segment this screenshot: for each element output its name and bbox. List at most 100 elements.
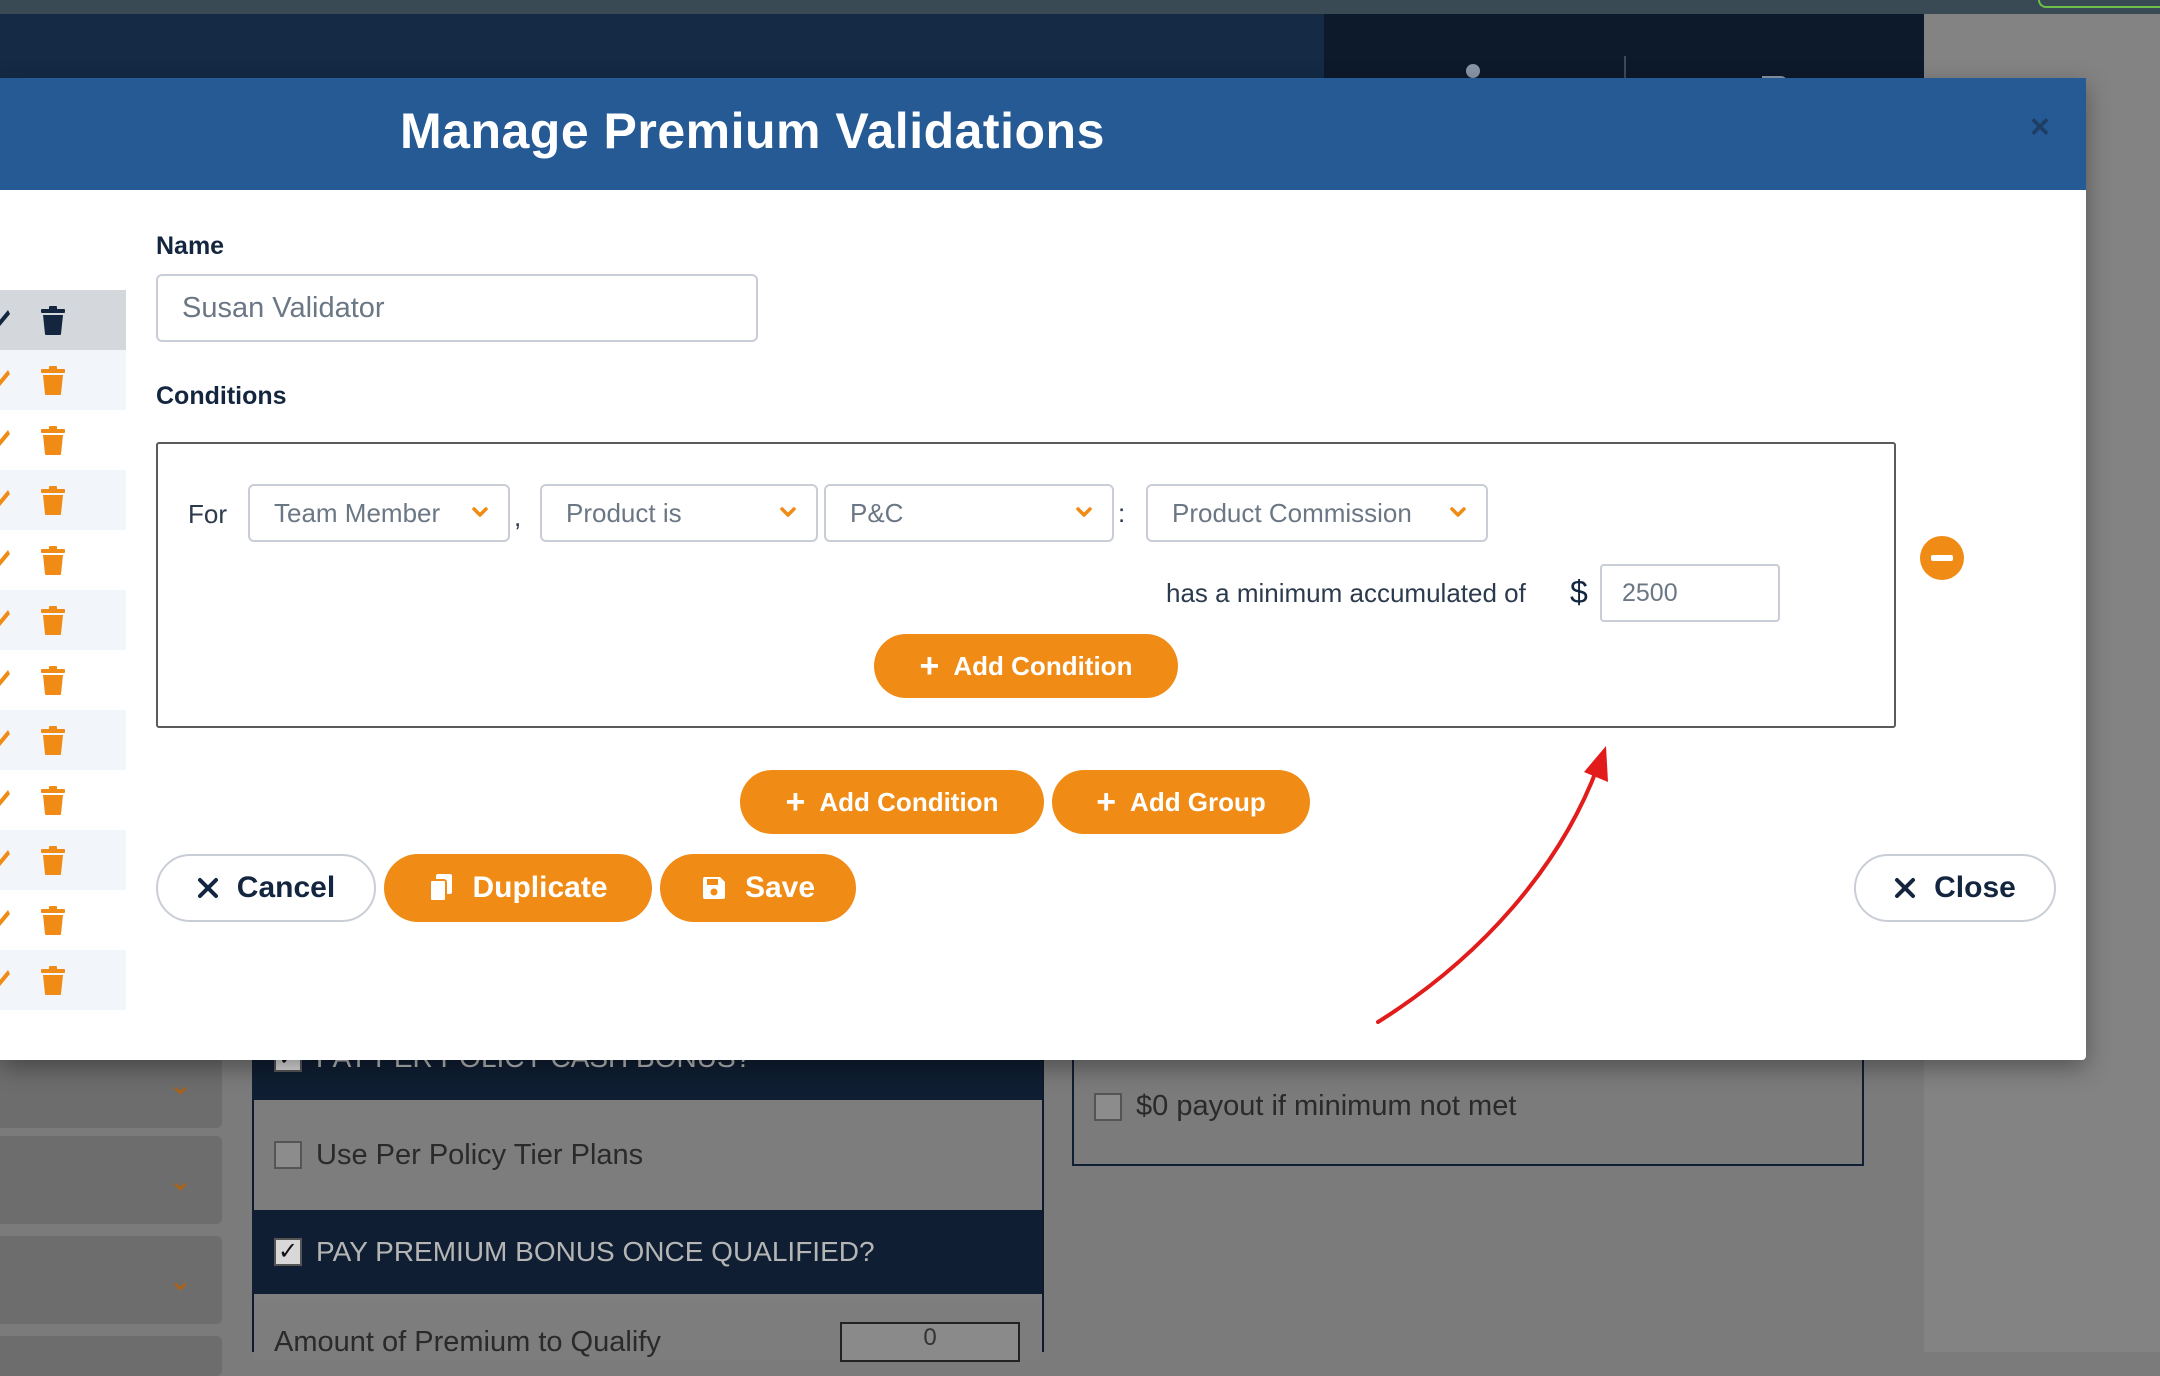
conditions-label: Conditions xyxy=(156,382,287,410)
name-input[interactable] xyxy=(156,274,758,342)
amount-of-premium-input[interactable]: 0 xyxy=(840,1322,1020,1362)
user-icon[interactable] xyxy=(1466,64,1480,78)
validation-list-item[interactable] xyxy=(0,650,126,710)
add-condition-inner-label: Add Condition xyxy=(953,650,1133,681)
validation-list-item[interactable] xyxy=(0,830,126,890)
validation-list-item[interactable] xyxy=(0,590,126,650)
pencil-icon[interactable] xyxy=(0,666,10,694)
plus-icon: + xyxy=(919,647,940,685)
subject-select[interactable]: Team Member xyxy=(248,484,510,542)
checkbox-icon[interactable] xyxy=(274,1141,302,1169)
app-header xyxy=(0,14,2160,91)
add-group-button[interactable]: + Add Group xyxy=(1052,770,1310,834)
product-operator-select[interactable]: Product is xyxy=(540,484,818,542)
close-icon xyxy=(1894,877,1916,899)
plus-icon: + xyxy=(1096,783,1117,821)
chevron-down-icon xyxy=(780,507,796,517)
colon-separator: : xyxy=(1118,498,1126,528)
manage-premium-validations-modal: Manage Premium Validations × Name Condit… xyxy=(0,78,2086,1060)
pay-premium-bonus-label: PAY PREMIUM BONUS ONCE QUALIFIED? xyxy=(316,1236,875,1267)
duplicate-button[interactable]: Duplicate xyxy=(384,854,652,922)
chevron-down-icon xyxy=(1450,507,1466,517)
metric-select[interactable]: Product Commission xyxy=(1146,484,1488,542)
validation-list-item[interactable] xyxy=(0,890,126,950)
trash-icon[interactable] xyxy=(40,846,66,876)
trash-icon[interactable] xyxy=(40,426,66,456)
zero-payout-row[interactable]: $0 payout if minimum not met xyxy=(1094,1090,1516,1123)
accordion-item[interactable] xyxy=(0,1336,222,1376)
validation-list-item[interactable] xyxy=(0,350,126,410)
cancel-button[interactable]: Cancel xyxy=(156,854,376,922)
metric-select-value: Product Commission xyxy=(1172,497,1412,528)
trash-icon[interactable] xyxy=(40,666,66,696)
duplicate-label: Duplicate xyxy=(472,871,608,904)
close-icon xyxy=(197,877,219,899)
accordion-item[interactable]: ⌄ xyxy=(0,1236,222,1324)
pay-premium-bonus-bar[interactable]: ✓ PAY PREMIUM BONUS ONCE QUALIFIED? xyxy=(252,1210,1042,1294)
add-group-label: Add Group xyxy=(1130,786,1266,817)
pencil-icon[interactable] xyxy=(0,966,10,994)
product-select[interactable]: P&C xyxy=(824,484,1114,542)
remove-group-button[interactable] xyxy=(1920,536,1964,580)
zero-payout-label: $0 payout if minimum not met xyxy=(1136,1090,1517,1122)
validation-list-item[interactable] xyxy=(0,770,126,830)
for-label: For xyxy=(188,499,227,529)
add-condition-inner-button[interactable]: + Add Condition xyxy=(874,634,1178,698)
save-button[interactable]: Save xyxy=(660,854,856,922)
chevron-down-icon: ⌄ xyxy=(168,1265,192,1296)
product-operator-value: Product is xyxy=(566,497,682,528)
close-label: Close xyxy=(1934,871,2016,904)
validation-list-item[interactable] xyxy=(0,470,126,530)
pencil-icon[interactable] xyxy=(0,546,10,574)
trash-icon[interactable] xyxy=(40,606,66,636)
pencil-icon[interactable] xyxy=(0,606,10,634)
pencil-icon[interactable] xyxy=(0,486,10,514)
modal-header: Manage Premium Validations × xyxy=(0,78,2086,190)
plus-icon: + xyxy=(785,783,806,821)
close-button[interactable]: Close xyxy=(1854,854,2056,922)
close-icon[interactable]: × xyxy=(2030,108,2050,147)
checkbox-icon[interactable]: ✓ xyxy=(274,1238,302,1266)
minimum-amount-input[interactable] xyxy=(1600,564,1780,622)
pencil-icon[interactable] xyxy=(0,366,10,394)
trash-icon[interactable] xyxy=(40,486,66,516)
name-label: Name xyxy=(156,232,225,260)
validation-list-item[interactable] xyxy=(0,290,126,350)
pencil-icon[interactable] xyxy=(0,306,10,334)
validation-list-item[interactable] xyxy=(0,530,126,590)
checkbox-icon[interactable] xyxy=(1094,1092,1122,1121)
validations-list xyxy=(0,290,126,1010)
trash-icon[interactable] xyxy=(40,726,66,756)
trash-icon[interactable] xyxy=(40,546,66,576)
chevron-down-icon xyxy=(1076,507,1092,517)
use-tier-plans-label: Use Per Policy Tier Plans xyxy=(316,1138,644,1171)
validation-list-item[interactable] xyxy=(0,950,126,1010)
use-tier-plans-row[interactable]: Use Per Policy Tier Plans xyxy=(254,1100,1040,1210)
currency-symbol: $ xyxy=(1570,574,1588,610)
minus-icon xyxy=(1931,555,1953,561)
cancel-label: Cancel xyxy=(236,871,336,904)
trash-icon[interactable] xyxy=(40,786,66,816)
pencil-icon[interactable] xyxy=(0,846,10,874)
pencil-icon[interactable] xyxy=(0,906,10,934)
add-condition-label: Add Condition xyxy=(819,786,999,817)
comma-separator: , xyxy=(514,502,522,532)
add-condition-button[interactable]: + Add Condition xyxy=(740,770,1044,834)
trash-icon[interactable] xyxy=(40,306,66,336)
trash-icon[interactable] xyxy=(40,366,66,396)
accordion-item[interactable]: ⌄ xyxy=(0,1136,222,1224)
pencil-icon[interactable] xyxy=(0,786,10,814)
trash-icon[interactable] xyxy=(40,906,66,936)
pencil-icon[interactable] xyxy=(0,426,10,454)
floppy-disk-icon xyxy=(701,875,727,901)
copy-icon xyxy=(428,873,454,903)
minimum-accumulated-text: has a minimum accumulated of xyxy=(1166,578,1526,608)
trash-icon[interactable] xyxy=(40,966,66,996)
chevron-down-icon: ⌄ xyxy=(168,1165,192,1196)
pencil-icon[interactable] xyxy=(0,726,10,754)
validation-list-item[interactable] xyxy=(0,410,126,470)
subject-select-value: Team Member xyxy=(274,497,441,528)
validation-list-item[interactable] xyxy=(0,710,126,770)
chevron-down-icon: ⌄ xyxy=(168,1069,192,1100)
product-select-value: P&C xyxy=(850,497,904,528)
